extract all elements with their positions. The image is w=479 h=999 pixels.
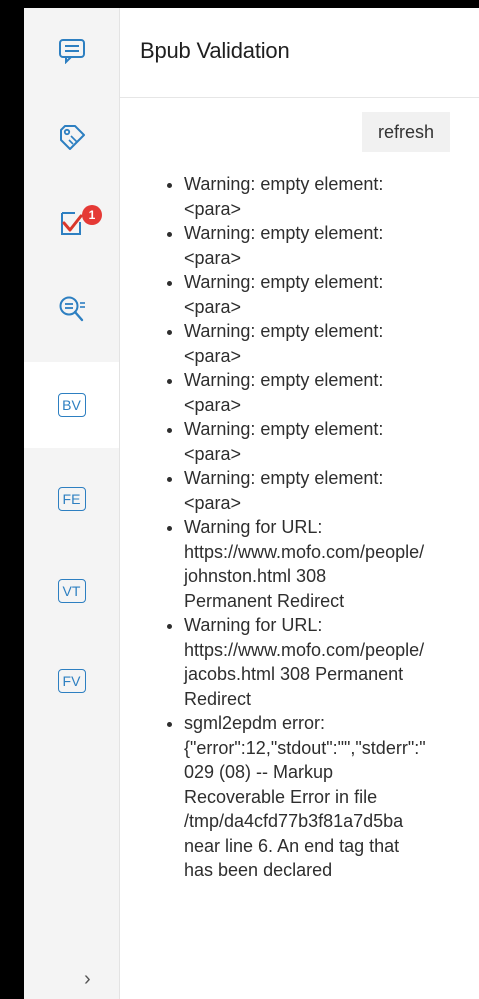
validation-message: Warning for URL: https://www.mofo.com/pe…: [184, 613, 479, 711]
fv-icon: FV: [57, 669, 86, 693]
tag-icon: [59, 125, 85, 150]
validation-message: sgml2epdm error: {"error":12,"stdout":""…: [184, 711, 479, 883]
validation-message: Warning: empty element: <para>: [184, 221, 479, 270]
validation-message: Warning: empty element: <para>: [184, 466, 479, 515]
fe-icon: FE: [57, 487, 86, 511]
rail-item-fe[interactable]: FE: [24, 456, 119, 542]
chevron-right-icon[interactable]: ›: [84, 968, 91, 991]
rail-item-tags[interactable]: [24, 94, 119, 180]
bv-icon: BV: [57, 393, 86, 417]
task-count-badge: 1: [82, 205, 102, 225]
rail-item-tasks[interactable]: 1: [24, 180, 119, 266]
validation-message-list: Warning: empty element: <para>Warning: e…: [154, 172, 479, 883]
vt-icon: VT: [57, 579, 86, 603]
validation-message: Warning: empty element: <para>: [184, 368, 479, 417]
rail-item-bpub-validation[interactable]: BV: [24, 362, 119, 448]
panel-title: Bpub Validation: [140, 38, 290, 63]
window-left-edge: [0, 0, 24, 999]
rail-item-comments[interactable]: [24, 8, 119, 94]
window-top-edge: [0, 0, 479, 8]
comment-icon: [58, 39, 85, 64]
search-list-icon: [59, 296, 85, 322]
bpub-validation-panel: Bpub Validation refresh Warning: empty e…: [120, 8, 479, 999]
rail-item-vt[interactable]: VT: [24, 548, 119, 634]
validation-message: Warning: empty element: <para>: [184, 319, 479, 368]
validation-message: Warning for URL: https://www.mofo.com/pe…: [184, 515, 479, 613]
side-rail: 1 BV FE VT FV ›: [24, 8, 120, 999]
panel-divider: [120, 97, 479, 98]
validation-message: Warning: empty element: <para>: [184, 172, 479, 221]
refresh-button[interactable]: refresh: [362, 112, 450, 152]
rail-item-search[interactable]: [24, 266, 119, 352]
validation-message: Warning: empty element: <para>: [184, 417, 479, 466]
rail-item-fv[interactable]: FV: [24, 638, 119, 724]
validation-message: Warning: empty element: <para>: [184, 270, 479, 319]
